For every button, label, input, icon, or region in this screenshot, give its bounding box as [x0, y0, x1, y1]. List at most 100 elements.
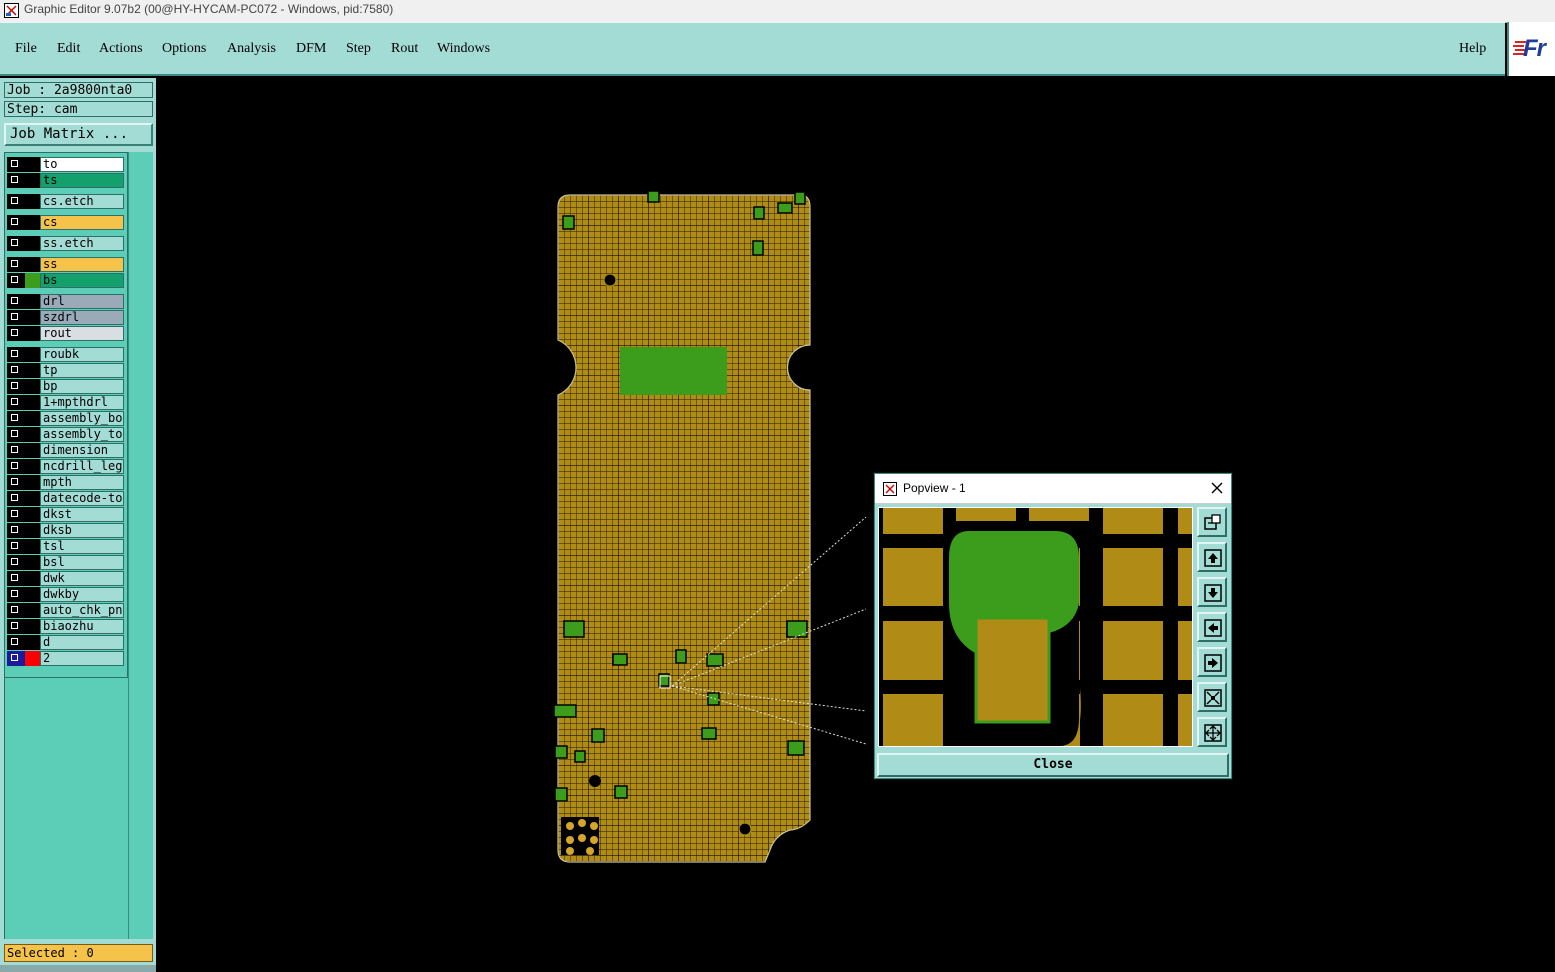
layer-name[interactable]: tsl — [40, 539, 124, 554]
layer-checkbox[interactable] — [7, 273, 25, 288]
layer-color-swatch[interactable] — [25, 411, 40, 426]
job-matrix-button[interactable]: Job Matrix ... — [4, 123, 153, 146]
graphic-canvas[interactable] — [156, 78, 1555, 972]
layer-row[interactable]: ts — [7, 173, 124, 188]
layer-checkbox[interactable] — [7, 523, 25, 538]
layer-name[interactable]: roubk — [40, 347, 124, 362]
layer-color-swatch[interactable] — [25, 379, 40, 394]
layer-color-swatch[interactable] — [25, 363, 40, 378]
layer-name[interactable]: ss — [40, 257, 124, 272]
menu-dfm[interactable]: DFM — [296, 41, 326, 57]
layer-checkbox[interactable] — [7, 411, 25, 426]
popview-title-bar[interactable]: Popview - 1 — [875, 474, 1231, 504]
popview-fit-view-button[interactable] — [1197, 717, 1227, 747]
layer-checkbox[interactable] — [7, 443, 25, 458]
layer-checkbox[interactable] — [7, 459, 25, 474]
layer-row[interactable]: biaozhu — [7, 619, 124, 634]
menu-step[interactable]: Step — [346, 41, 371, 57]
layer-color-swatch[interactable] — [25, 443, 40, 458]
layer-name[interactable]: 2 — [40, 651, 124, 666]
popview-pan-left-button[interactable] — [1197, 612, 1227, 642]
layer-name[interactable]: 1+mpthdrl — [40, 395, 124, 410]
layer-checkbox[interactable] — [7, 347, 25, 362]
layer-checkbox[interactable] — [7, 236, 25, 251]
popview-zoom-home-button[interactable] — [1197, 507, 1227, 537]
layer-color-swatch[interactable] — [25, 395, 40, 410]
layer-checkbox[interactable] — [7, 491, 25, 506]
layer-name[interactable]: datecode-to — [40, 491, 124, 506]
layer-name[interactable]: mpth — [40, 475, 124, 490]
menu-options[interactable]: Options — [162, 41, 206, 57]
layer-row[interactable]: 1+mpthdrl — [7, 395, 124, 410]
layer-name[interactable]: bs — [40, 273, 124, 288]
layer-color-swatch[interactable] — [25, 507, 40, 522]
layer-checkbox[interactable] — [7, 587, 25, 602]
layer-checkbox[interactable] — [7, 215, 25, 230]
layer-name[interactable]: dwk — [40, 571, 124, 586]
layer-row[interactable]: ss.etch — [7, 236, 124, 251]
menu-edit[interactable]: Edit — [57, 41, 80, 57]
layer-row[interactable]: roubk — [7, 347, 124, 362]
layer-checkbox[interactable] — [7, 173, 25, 188]
layer-checkbox[interactable] — [7, 635, 25, 650]
layer-color-swatch[interactable] — [25, 587, 40, 602]
layer-name[interactable]: bp — [40, 379, 124, 394]
layer-name[interactable]: biaozhu — [40, 619, 124, 634]
layer-row[interactable]: assembly_top — [7, 427, 124, 442]
layer-row[interactable]: d — [7, 635, 124, 650]
layer-row[interactable]: bsl — [7, 555, 124, 570]
layer-color-swatch[interactable] — [25, 326, 40, 341]
layer-row[interactable]: rout — [7, 326, 124, 341]
layer-name[interactable]: assembly_top — [40, 427, 124, 442]
layer-checkbox[interactable] — [7, 539, 25, 554]
layer-row[interactable]: ncdrill_legend — [7, 459, 124, 474]
layer-row[interactable]: cs — [7, 215, 124, 230]
layer-row[interactable]: dksb — [7, 523, 124, 538]
layer-row[interactable]: auto_chk_pnl — [7, 603, 124, 618]
layer-row[interactable]: dimension — [7, 443, 124, 458]
layer-name[interactable]: ss.etch — [40, 236, 124, 251]
layer-checkbox[interactable] — [7, 475, 25, 490]
layer-name[interactable]: dksb — [40, 523, 124, 538]
layer-name[interactable]: ts — [40, 173, 124, 188]
layer-row[interactable]: datecode-to — [7, 491, 124, 506]
menu-analysis[interactable]: Analysis — [227, 41, 276, 57]
layer-row[interactable]: tsl — [7, 539, 124, 554]
layer-color-swatch[interactable] — [25, 651, 40, 666]
layer-row[interactable]: tp — [7, 363, 124, 378]
menu-rout[interactable]: Rout — [391, 41, 418, 57]
layer-name[interactable]: cs — [40, 215, 124, 230]
layer-checkbox[interactable] — [7, 326, 25, 341]
layer-checkbox[interactable] — [7, 619, 25, 634]
layer-checkbox[interactable] — [7, 310, 25, 325]
layer-row[interactable]: ss — [7, 257, 124, 272]
layer-name[interactable]: dkst — [40, 507, 124, 522]
layer-color-swatch[interactable] — [25, 459, 40, 474]
layer-checkbox[interactable] — [7, 194, 25, 209]
popview-pan-right-button[interactable] — [1197, 647, 1227, 677]
layer-checkbox[interactable] — [7, 294, 25, 309]
layer-checkbox[interactable] — [7, 363, 25, 378]
layer-name[interactable]: ncdrill_legend — [40, 459, 124, 474]
layer-row[interactable]: 2 — [7, 651, 124, 666]
layer-color-swatch[interactable] — [25, 294, 40, 309]
layer-row[interactable]: mpth — [7, 475, 124, 490]
layer-name[interactable]: drl — [40, 294, 124, 309]
layer-row[interactable]: dkst — [7, 507, 124, 522]
layer-checkbox[interactable] — [7, 571, 25, 586]
popview-close-button[interactable]: Close — [877, 753, 1229, 777]
layer-color-swatch[interactable] — [25, 236, 40, 251]
layer-color-swatch[interactable] — [25, 491, 40, 506]
layer-row[interactable]: to — [7, 157, 124, 172]
layer-row[interactable]: dwk — [7, 571, 124, 586]
layer-color-swatch[interactable] — [25, 475, 40, 490]
layer-color-swatch[interactable] — [25, 194, 40, 209]
layer-color-swatch[interactable] — [25, 539, 40, 554]
layer-name[interactable]: auto_chk_pnl — [40, 603, 124, 618]
layer-name[interactable]: assembly_bot — [40, 411, 124, 426]
layer-color-swatch[interactable] — [25, 427, 40, 442]
layer-name[interactable]: dimension — [40, 443, 124, 458]
layer-row[interactable]: bs — [7, 273, 124, 288]
layer-color-swatch[interactable] — [25, 523, 40, 538]
menu-windows[interactable]: Windows — [437, 41, 490, 57]
